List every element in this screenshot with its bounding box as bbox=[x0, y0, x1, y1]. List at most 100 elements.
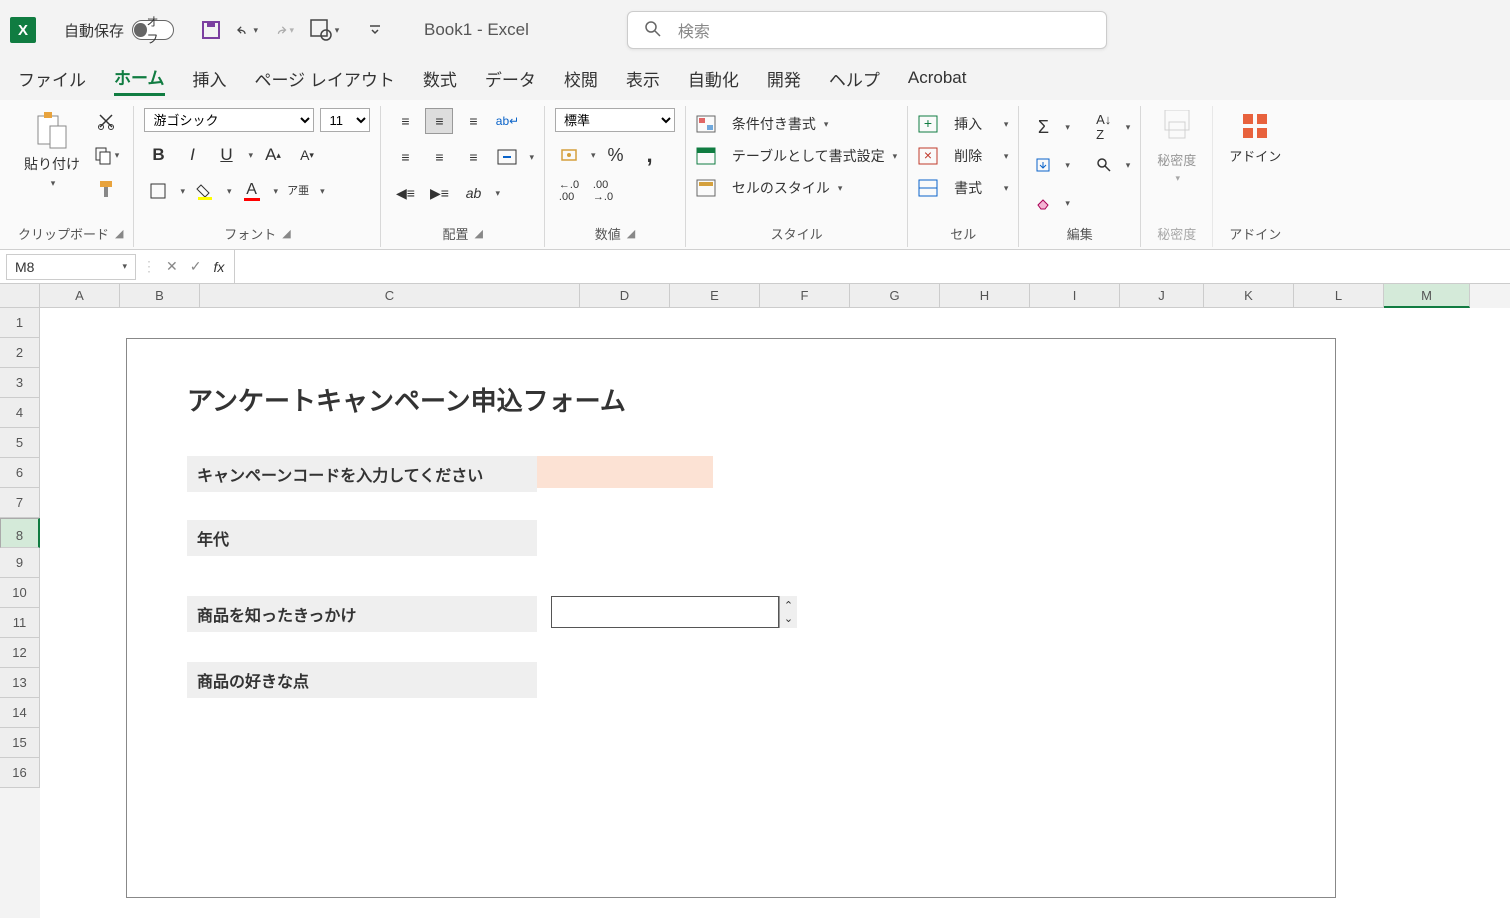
col-header-B[interactable]: B bbox=[120, 284, 200, 308]
save-icon[interactable] bbox=[200, 19, 222, 41]
percent-icon[interactable]: % bbox=[602, 142, 630, 168]
tab-挿入[interactable]: 挿入 bbox=[193, 66, 227, 95]
chevron-down-icon[interactable]: ▾ bbox=[122, 261, 127, 272]
col-header-J[interactable]: J bbox=[1120, 284, 1204, 308]
fill-color-button[interactable] bbox=[191, 178, 219, 204]
qat-customize-icon[interactable] bbox=[364, 19, 386, 41]
fx-icon[interactable]: fx bbox=[213, 259, 224, 275]
row-header-10[interactable]: 10 bbox=[0, 578, 40, 608]
col-header-K[interactable]: K bbox=[1204, 284, 1294, 308]
row-header-12[interactable]: 12 bbox=[0, 638, 40, 668]
format-as-table-button[interactable]: テーブルとして書式設定▾ bbox=[696, 146, 897, 166]
formula-bar[interactable] bbox=[234, 250, 1510, 283]
cell-styles-button[interactable]: セルのスタイル▾ bbox=[696, 178, 842, 198]
tab-ヘルプ[interactable]: ヘルプ bbox=[829, 66, 880, 95]
tab-校閲[interactable]: 校閲 bbox=[564, 66, 598, 95]
spellcheck-icon[interactable]: ▾ bbox=[308, 19, 340, 41]
campaign-code-input[interactable] bbox=[537, 456, 713, 488]
row-header-16[interactable]: 16 bbox=[0, 758, 40, 788]
align-center-icon[interactable]: ≡ bbox=[425, 144, 453, 170]
toggle-switch[interactable]: オフ bbox=[132, 20, 174, 40]
redo-icon[interactable]: ▾ bbox=[272, 19, 294, 41]
tab-ファイル[interactable]: ファイル bbox=[18, 66, 86, 95]
clear-icon[interactable] bbox=[1029, 190, 1057, 216]
bold-button[interactable]: B bbox=[144, 142, 172, 168]
dialog-launcher-icon[interactable]: ◢ bbox=[115, 227, 123, 240]
source-listbox[interactable] bbox=[551, 596, 779, 628]
align-top-icon[interactable]: ≡ bbox=[391, 108, 419, 134]
wrap-text-icon[interactable]: ab↵ bbox=[493, 108, 521, 134]
find-icon[interactable] bbox=[1090, 152, 1118, 178]
tab-自動化[interactable]: 自動化 bbox=[688, 66, 739, 95]
tab-データ[interactable]: データ bbox=[485, 66, 536, 95]
grow-font-button[interactable]: A▴ bbox=[259, 142, 287, 168]
autosum-icon[interactable]: Σ bbox=[1029, 114, 1057, 140]
number-format-select[interactable]: 標準 bbox=[555, 108, 675, 132]
enter-formula-icon[interactable]: ✓ bbox=[190, 258, 202, 275]
undo-icon[interactable]: ▾ bbox=[236, 19, 258, 41]
row-header-15[interactable]: 15 bbox=[0, 728, 40, 758]
col-header-D[interactable]: D bbox=[580, 284, 670, 308]
col-header-L[interactable]: L bbox=[1294, 284, 1384, 308]
scroll-down-icon[interactable]: ⌄ bbox=[784, 612, 793, 625]
col-header-H[interactable]: H bbox=[940, 284, 1030, 308]
insert-cells-button[interactable]: + 挿入 ▾ bbox=[918, 114, 1008, 134]
underline-button[interactable]: U bbox=[212, 142, 240, 168]
row-header-8[interactable]: 8 bbox=[0, 518, 40, 548]
select-all-corner[interactable] bbox=[0, 284, 40, 308]
conditional-formatting-button[interactable]: 条件付き書式▾ bbox=[696, 114, 828, 134]
col-header-A[interactable]: A bbox=[40, 284, 120, 308]
dialog-launcher-icon[interactable]: ◢ bbox=[627, 227, 635, 240]
row-header-13[interactable]: 13 bbox=[0, 668, 40, 698]
dialog-launcher-icon[interactable]: ◢ bbox=[475, 227, 483, 240]
currency-icon[interactable] bbox=[555, 142, 583, 168]
addin-button[interactable]: アドイン bbox=[1223, 108, 1287, 167]
row-header-5[interactable]: 5 bbox=[0, 428, 40, 458]
search-box[interactable]: 検索 bbox=[627, 11, 1107, 49]
font-name-select[interactable]: 游ゴシック bbox=[144, 108, 314, 132]
name-box[interactable]: M8 ▾ bbox=[6, 254, 136, 280]
decrease-decimal-icon[interactable]: .00→.0 bbox=[589, 178, 617, 204]
format-painter-icon[interactable] bbox=[92, 176, 120, 202]
col-header-G[interactable]: G bbox=[850, 284, 940, 308]
delete-cells-button[interactable]: × 削除 ▾ bbox=[918, 146, 1008, 166]
align-left-icon[interactable]: ≡ bbox=[391, 144, 419, 170]
tab-数式[interactable]: 数式 bbox=[423, 66, 457, 95]
tab-Acrobat[interactable]: Acrobat bbox=[908, 68, 967, 92]
row-header-14[interactable]: 14 bbox=[0, 698, 40, 728]
decrease-indent-icon[interactable]: ◀≡ bbox=[391, 180, 419, 206]
row-header-11[interactable]: 11 bbox=[0, 608, 40, 638]
italic-button[interactable]: I bbox=[178, 142, 206, 168]
row-header-3[interactable]: 3 bbox=[0, 368, 40, 398]
increase-decimal-icon[interactable]: ←.0.00 bbox=[555, 178, 583, 204]
cut-icon[interactable] bbox=[92, 108, 120, 134]
phonetic-button[interactable]: ア亜 bbox=[284, 178, 312, 204]
col-header-M[interactable]: M bbox=[1384, 284, 1470, 308]
align-right-icon[interactable]: ≡ bbox=[459, 144, 487, 170]
align-middle-icon[interactable]: ≡ bbox=[425, 108, 453, 134]
copy-icon[interactable]: ▾ bbox=[92, 142, 120, 168]
increase-indent-icon[interactable]: ▶≡ bbox=[425, 180, 453, 206]
col-header-I[interactable]: I bbox=[1030, 284, 1120, 308]
sheet-canvas[interactable]: アンケートキャンペーン申込フォーム キャンペーンコードを入力してください 年代 … bbox=[40, 308, 1510, 918]
fill-icon[interactable] bbox=[1029, 152, 1057, 178]
merge-cells-icon[interactable] bbox=[493, 144, 521, 170]
col-header-C[interactable]: C bbox=[200, 284, 580, 308]
font-color-button[interactable]: A bbox=[238, 178, 266, 204]
tab-開発[interactable]: 開発 bbox=[767, 66, 801, 95]
orientation-icon[interactable]: ab bbox=[459, 180, 487, 206]
listbox-scrollbar[interactable]: ⌃⌄ bbox=[779, 596, 797, 628]
font-size-select[interactable]: 11 bbox=[320, 108, 370, 132]
row-header-2[interactable]: 2 bbox=[0, 338, 40, 368]
col-header-E[interactable]: E bbox=[670, 284, 760, 308]
align-bottom-icon[interactable]: ≡ bbox=[459, 108, 487, 134]
row-header-6[interactable]: 6 bbox=[0, 458, 40, 488]
row-header-9[interactable]: 9 bbox=[0, 548, 40, 578]
sort-filter-icon[interactable]: A↓Z bbox=[1090, 114, 1118, 140]
border-button[interactable] bbox=[144, 178, 172, 204]
row-header-7[interactable]: 7 bbox=[0, 488, 40, 518]
paste-button[interactable]: 貼り付け ▾ bbox=[18, 108, 86, 191]
col-header-F[interactable]: F bbox=[760, 284, 850, 308]
tab-表示[interactable]: 表示 bbox=[626, 66, 660, 95]
dialog-launcher-icon[interactable]: ◢ bbox=[282, 227, 290, 240]
